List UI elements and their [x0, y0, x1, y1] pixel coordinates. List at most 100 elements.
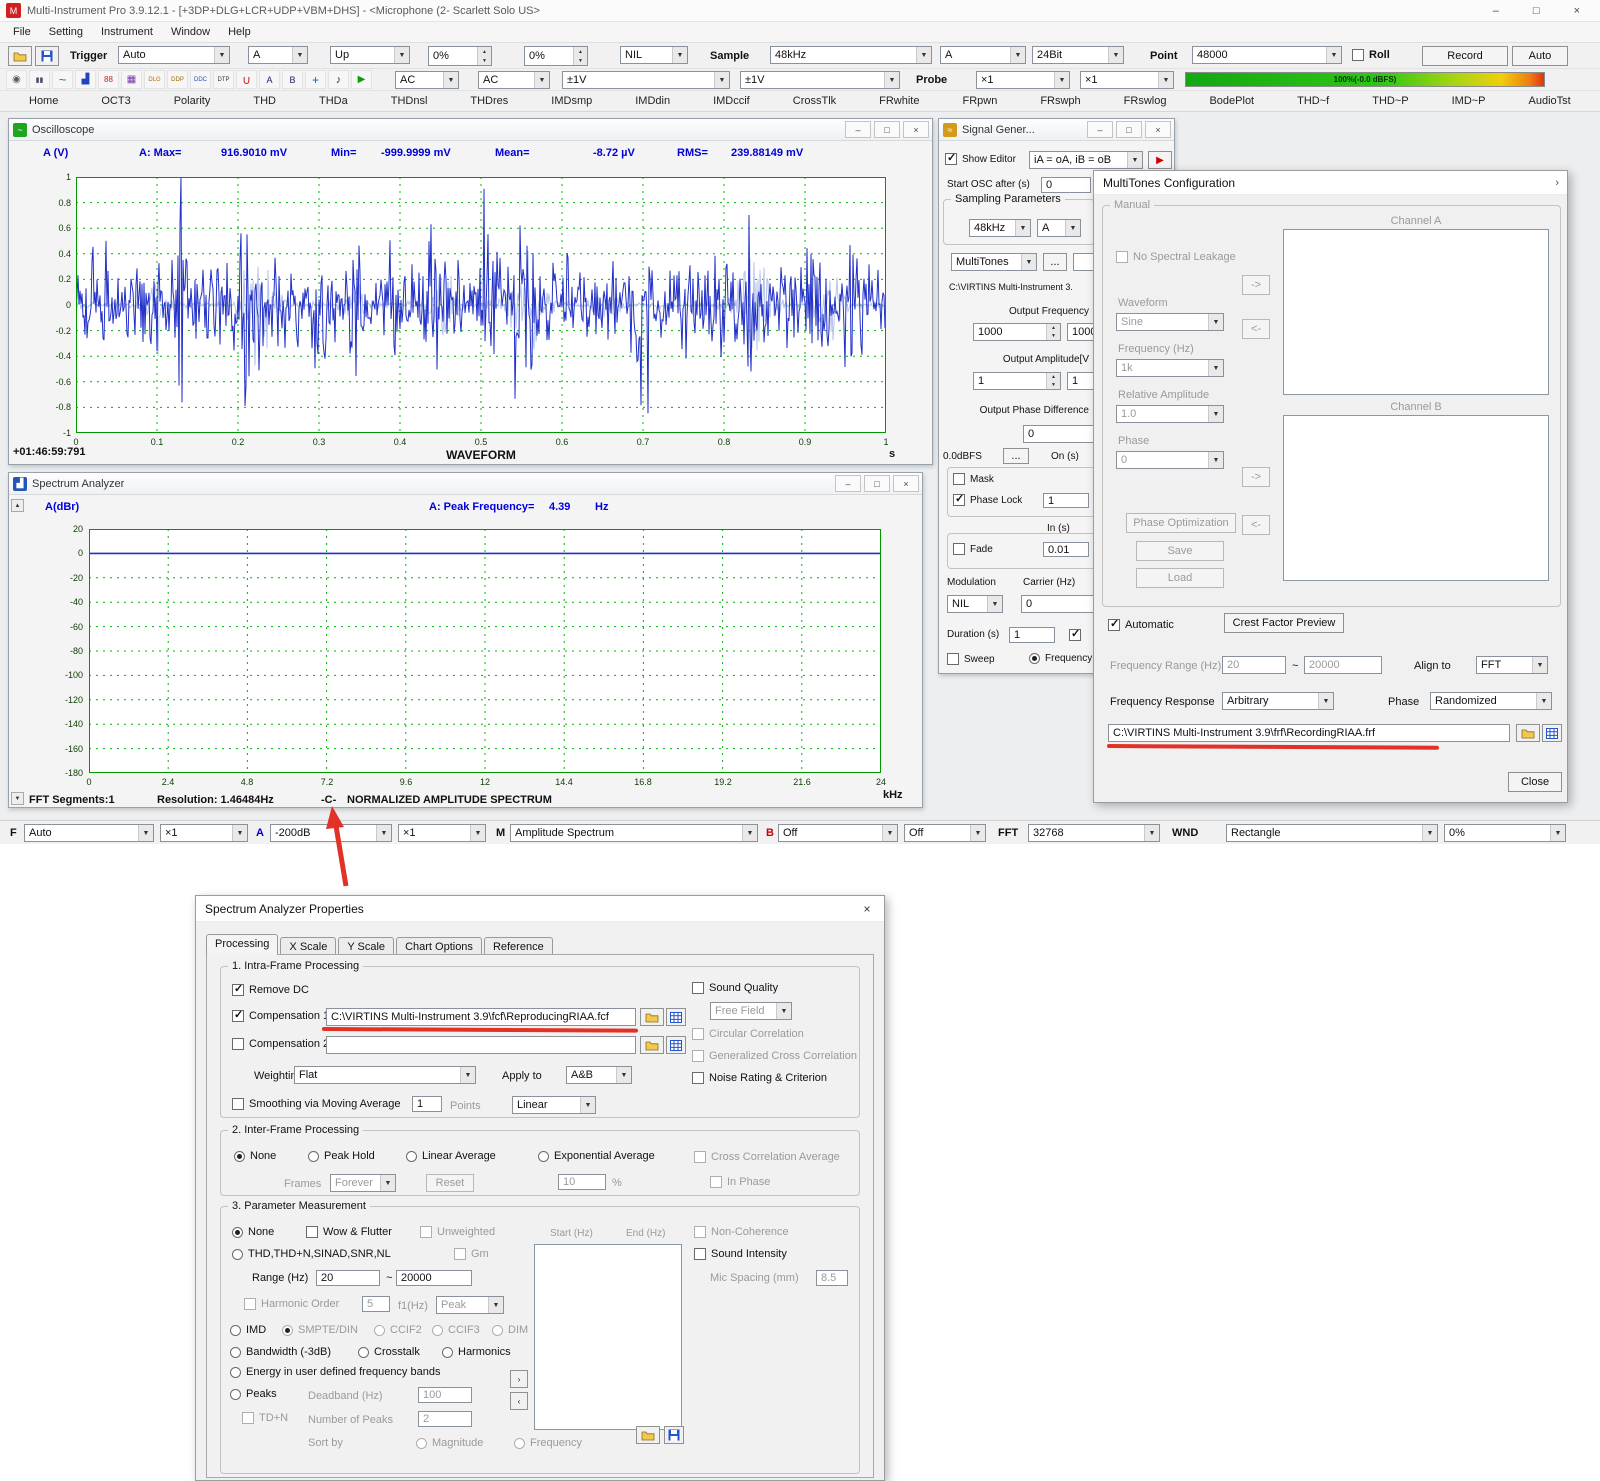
spin-up-icon[interactable]: ▲ [1046, 324, 1060, 332]
auto-scale-button[interactable]: Auto [1512, 46, 1568, 66]
dropdown-arrow-icon[interactable]: ▼ [1065, 220, 1080, 236]
compensation2-checkbox[interactable]: Compensation 2 [232, 1038, 329, 1050]
coupling-b-dropdown[interactable]: AC▼ [478, 71, 550, 89]
frequency-axis-mode-dropdown[interactable]: Auto▼ [24, 824, 154, 842]
smoothing-type-dropdown[interactable]: Linear▼ [512, 1096, 596, 1114]
output-frequency-a-spinner[interactable]: 1000▲▼ [973, 323, 1061, 341]
phase-optimization-button[interactable]: Phase Optimization [1126, 513, 1236, 533]
trigger-delay-spinner[interactable]: 0%▲▼ [524, 46, 588, 66]
window-function-dropdown[interactable]: Rectangle▼ [1226, 824, 1438, 842]
expand-arrow-icon[interactable]: › [1555, 177, 1567, 189]
exponential-percent-input[interactable]: 10 [558, 1174, 606, 1190]
close-icon[interactable]: × [850, 896, 884, 922]
menu-item-instrument[interactable]: Instrument [92, 24, 162, 40]
cross-correlation-average-checkbox[interactable]: Cross Correlation Average [694, 1151, 840, 1163]
editor-mode-dropdown[interactable]: iA = oA, iB = oB▼ [1029, 151, 1143, 169]
spectrum-3d-icon[interactable]: ▦ [121, 70, 142, 89]
phase-dropdown[interactable]: 0▼ [1116, 451, 1224, 469]
tab-thdnsl[interactable]: THDnsl [388, 94, 431, 108]
spinner-arrows[interactable]: ▲▼ [573, 47, 587, 65]
show-editor-checkbox[interactable]: Show Editor [945, 153, 1016, 165]
tab-imdccif[interactable]: IMDccif [710, 94, 753, 108]
ddc-icon[interactable]: DDC [190, 70, 211, 89]
restore-button[interactable]: □ [874, 121, 900, 138]
dropdown-arrow-icon[interactable]: ▼ [1010, 47, 1025, 63]
sort-frequency-radio[interactable]: Frequency [514, 1437, 582, 1449]
spin-down-icon[interactable]: ▼ [477, 56, 491, 65]
tab-imdsmp[interactable]: IMDsmp [548, 94, 595, 108]
frequency-range-low-input[interactable]: 20 [1222, 656, 1286, 674]
sample-rate-dropdown[interactable]: 48kHz▼ [770, 46, 932, 64]
compensation2-path-input[interactable] [326, 1036, 636, 1054]
b-mode-dropdown[interactable]: Off▼ [778, 824, 898, 842]
sort-magnitude-radio[interactable]: Magnitude [416, 1437, 483, 1449]
browse-frf-button[interactable] [1516, 724, 1540, 742]
waveform-dropdown[interactable]: Sine▼ [1116, 313, 1224, 331]
tab-imd-p[interactable]: IMD~P [1449, 94, 1489, 108]
generalized-cross-correlation-checkbox[interactable]: Generalized Cross Correlation [692, 1050, 857, 1062]
data-logger-icon[interactable]: DLG [144, 70, 165, 89]
spinner-arrows[interactable]: ▲▼ [1046, 324, 1060, 340]
exponential-average-radio[interactable]: Exponential Average [538, 1150, 655, 1162]
dropdown-arrow-icon[interactable]: ▼ [443, 72, 458, 88]
properties-dialog-title-bar[interactable]: Spectrum Analyzer Properties [196, 896, 884, 922]
dropdown-arrow-icon[interactable]: ▼ [232, 825, 247, 841]
remove-from-channel-b-button[interactable]: <- [1242, 515, 1270, 535]
magnet-icon[interactable]: ∪ [236, 70, 257, 89]
remove-dc-checkbox[interactable]: Remove DC [232, 984, 309, 996]
browse-compensation1-button[interactable] [640, 1008, 664, 1026]
close-button[interactable]: × [893, 475, 919, 492]
sound-intensity-checkbox[interactable]: Sound Intensity [694, 1248, 787, 1260]
trigger-source-dropdown[interactable]: A▼ [248, 46, 308, 64]
sweep-frequency-radio[interactable]: Frequency [1029, 653, 1092, 664]
peak-hold-radio[interactable]: Peak Hold [308, 1150, 375, 1162]
dropdown-arrow-icon[interactable]: ▼ [970, 825, 985, 841]
dropdown-arrow-icon[interactable]: ▼ [534, 72, 549, 88]
f1-dropdown[interactable]: Peak▼ [436, 1296, 504, 1314]
generator-sample-rate-dropdown[interactable]: 48kHz▼ [969, 219, 1031, 237]
reset-button[interactable]: Reset [426, 1174, 474, 1192]
spinner-arrows[interactable]: ▲▼ [1046, 373, 1060, 389]
tab-frpwn[interactable]: FRpwn [959, 94, 1000, 108]
harmonic-order-checkbox[interactable]: Harmonic Order [244, 1298, 339, 1310]
waveform-type-dropdown[interactable]: MultiTones▼ [951, 253, 1037, 271]
spinner-arrows[interactable]: ▲▼ [477, 47, 491, 65]
sweep-checkbox[interactable]: Sweep [947, 653, 995, 665]
frf-path-input[interactable]: C:\VIRTINS Multi-Instrument 3.9\frf\Reco… [1108, 724, 1510, 742]
menu-item-help[interactable]: Help [219, 24, 260, 40]
signal-generator-title-bar[interactable]: ≈ Signal Gener... – □ × [939, 119, 1174, 141]
overlap-dropdown[interactable]: 0%▼ [1444, 824, 1566, 842]
add-to-channel-b-button[interactable]: -> [1242, 467, 1270, 487]
dropdown-arrow-icon[interactable]: ▼ [616, 1067, 631, 1083]
frequency-band-list[interactable] [534, 1244, 682, 1430]
save-bands-button[interactable] [664, 1426, 684, 1444]
save-button[interactable]: Save [1136, 541, 1224, 561]
tab-thd[interactable]: THD [250, 94, 279, 108]
multimeter-icon[interactable]: 88 [98, 70, 119, 89]
ddp-viewer-icon[interactable]: DDP [167, 70, 188, 89]
properties-tab-x-scale[interactable]: X Scale [280, 937, 336, 955]
spectrum-title-bar[interactable]: ▟ Spectrum Analyzer – □ × [9, 473, 922, 495]
weighting-dropdown[interactable]: Flat▼ [294, 1066, 476, 1084]
dropdown-arrow-icon[interactable]: ▼ [1144, 825, 1159, 841]
automatic-checkbox[interactable]: Automatic [1108, 619, 1174, 631]
parameter-none-radio[interactable]: None [232, 1226, 274, 1238]
menu-item-file[interactable]: File [4, 24, 40, 40]
a-range-dropdown[interactable]: -200dB▼ [270, 824, 392, 842]
tab-thd-f[interactable]: THD~f [1294, 94, 1332, 108]
dropdown-arrow-icon[interactable]: ▼ [1208, 452, 1223, 468]
close-button[interactable]: × [903, 121, 929, 138]
align-to-dropdown[interactable]: FFT▼ [1476, 656, 1548, 674]
browse-compensation2-button[interactable] [640, 1036, 664, 1054]
dropdown-arrow-icon[interactable]: ▼ [138, 825, 153, 841]
range-high-input[interactable]: 20000 [396, 1270, 472, 1286]
close-dialog-button[interactable]: Close [1508, 772, 1562, 792]
spin-up-icon[interactable]: ▲ [1046, 373, 1060, 381]
harmonics-radio[interactable]: Harmonics [442, 1346, 511, 1358]
in-phase-checkbox[interactable]: In Phase [710, 1176, 770, 1188]
scroll-up-button[interactable]: ▲ [11, 499, 24, 512]
dropdown-arrow-icon[interactable]: ▼ [460, 1067, 475, 1083]
relative-amplitude-dropdown[interactable]: 1.0▼ [1116, 405, 1224, 423]
waveform-config-button[interactable]: ... [1043, 253, 1067, 271]
add-band-button[interactable]: › [510, 1370, 528, 1388]
